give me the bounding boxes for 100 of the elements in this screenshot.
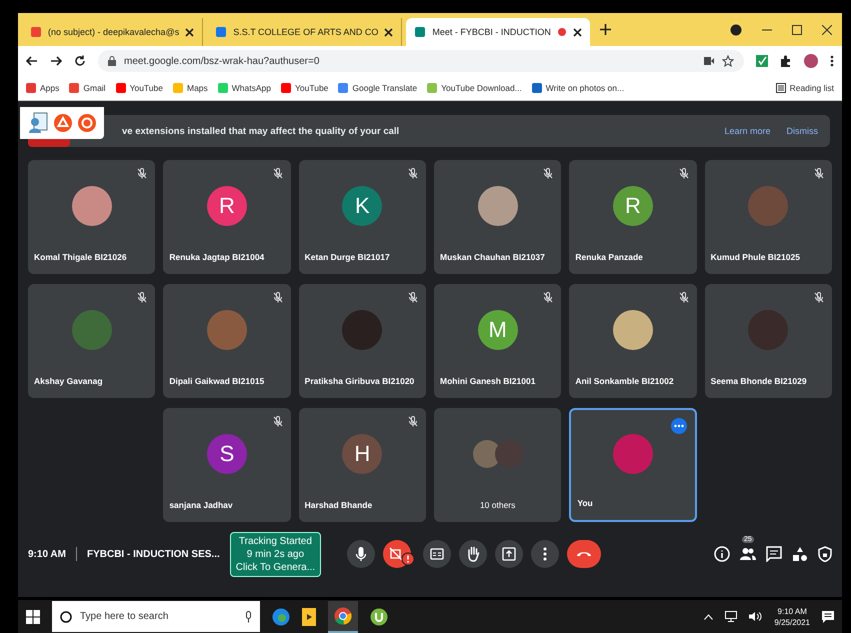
list-icon xyxy=(776,83,786,93)
avatar-letter: H xyxy=(342,434,382,474)
bookmark[interactable]: YouTube xyxy=(281,83,328,93)
avatar-letter: K xyxy=(342,186,382,226)
close-icon[interactable] xyxy=(572,28,582,36)
chrome-icon xyxy=(334,606,352,624)
more-options-icon[interactable] xyxy=(670,418,687,434)
site-icon xyxy=(215,26,228,38)
lock-icon xyxy=(108,56,116,66)
bookmark-icon xyxy=(218,83,228,93)
person-document-icon[interactable] xyxy=(28,112,48,134)
bookmark-icon xyxy=(427,83,438,93)
banner-message: ve extensions installed that may affect the quality of your call xyxy=(122,126,400,136)
speaker-icon[interactable] xyxy=(749,611,762,622)
more-options-button[interactable] xyxy=(531,540,560,568)
avatar-group-drawing xyxy=(472,439,523,469)
avatar-icon[interactable] xyxy=(804,54,818,68)
participant-name: Pratiksha Giribuva BI21020 xyxy=(304,376,416,388)
notification-icon[interactable] xyxy=(822,610,834,622)
participant-name: Kumud Phule BI21025 xyxy=(710,252,801,264)
avatar-letter: R xyxy=(612,186,653,226)
bookmark[interactable]: Maps xyxy=(172,83,208,93)
star-icon[interactable] xyxy=(722,55,734,67)
participant-name: Renuka Panzade xyxy=(574,252,644,264)
reading-list-button[interactable]: Reading list xyxy=(776,83,834,93)
back-icon[interactable] xyxy=(26,55,38,67)
camera-off-button[interactable] xyxy=(383,540,416,568)
meeting-time: 9:10 AM xyxy=(28,548,66,560)
taskbar-search-field[interactable]: Type here to search xyxy=(52,601,260,632)
leave-call-button[interactable] xyxy=(567,540,602,568)
meeting-title: FYBCBI - INDUCTION SES... xyxy=(86,548,220,560)
tracking-button[interactable]: Tracking Started 9 min 2s ago Click To Genera... xyxy=(230,532,322,576)
microphone-icon[interactable] xyxy=(245,610,252,622)
banner-link[interactable]: Dismiss xyxy=(784,124,820,138)
banner-link[interactable]: Learn more xyxy=(722,124,772,138)
address-bar[interactable]: meet.google.com/bsz-wrak-hau?authuser=0 xyxy=(98,50,744,72)
captions-button[interactable] xyxy=(423,540,452,568)
bookmark-icon xyxy=(116,83,126,93)
bookmark-icon xyxy=(281,83,291,93)
bookmark-icon xyxy=(69,83,80,93)
chat-icon[interactable] xyxy=(766,546,782,562)
microphone-button[interactable] xyxy=(347,540,376,568)
menu-icon[interactable] xyxy=(830,55,834,67)
avatar-letter: S xyxy=(206,434,247,474)
bookmark-icon xyxy=(172,83,183,93)
bookmark-icon xyxy=(532,83,542,93)
participant-name: Muskan Chauhan BI21037 xyxy=(439,252,546,264)
avatar-letter: R xyxy=(206,186,247,226)
maximize-icon[interactable] xyxy=(792,24,802,34)
bookmark-icon xyxy=(26,83,36,93)
network-icon[interactable] xyxy=(725,611,738,622)
browser-tab[interactable]: Meet - FYBCBI - INDUCTION xyxy=(406,18,590,46)
reload-icon[interactable] xyxy=(74,55,86,67)
chrome-taskbar-button[interactable] xyxy=(328,600,358,632)
present-button[interactable] xyxy=(495,540,524,568)
close-icon[interactable] xyxy=(384,28,394,36)
bookmark[interactable]: YouTube Download... xyxy=(427,83,522,93)
close-icon[interactable] xyxy=(185,28,194,36)
bookmark[interactable]: Write on photos on... xyxy=(532,83,624,93)
info-icon[interactable] xyxy=(714,546,730,562)
participant-name: You xyxy=(576,498,594,510)
record-icon[interactable] xyxy=(78,114,96,132)
bookmark-icon xyxy=(338,83,348,93)
shapes-icon[interactable] xyxy=(792,546,808,562)
search-icon xyxy=(60,610,72,622)
raise-hand-button[interactable] xyxy=(459,540,488,568)
participant-name: Mohini Ganesh BI21001 xyxy=(439,376,536,388)
participant-name: Komal Thigale BI21026 xyxy=(33,252,128,264)
bookmark[interactable]: Google Translate xyxy=(338,83,418,93)
bookmark[interactable]: WhatsApp xyxy=(218,83,271,93)
avatar-letter: M xyxy=(478,310,518,350)
participant-name: 10 others xyxy=(478,500,516,512)
puzzle-icon[interactable] xyxy=(780,55,792,67)
profile-icon[interactable] xyxy=(730,24,742,36)
search-input[interactable]: Type here to search xyxy=(78,610,239,623)
participant-name: Ketan Durge BI21017 xyxy=(304,252,391,264)
participant-name: Harshad Bhande xyxy=(304,500,374,512)
forward-icon[interactable] xyxy=(50,55,62,67)
bookmark[interactable]: Apps xyxy=(26,83,60,93)
chevron-up-icon[interactable] xyxy=(704,614,714,620)
participant-name: Renuka Jagtap BI21004 xyxy=(168,252,266,264)
taskbar-time: 9:10 AM xyxy=(778,606,807,616)
extension-icon[interactable] xyxy=(756,55,768,67)
play-folder-icon[interactable] xyxy=(302,608,316,626)
close-icon[interactable] xyxy=(822,24,832,34)
participant-name: Seema Bhonde BI21029 xyxy=(710,376,808,388)
bookmark[interactable]: Gmail xyxy=(69,83,106,93)
shield-lock-icon[interactable] xyxy=(818,546,832,562)
site-icon xyxy=(30,26,42,38)
participant-name: Akshay Gavanag xyxy=(33,376,104,388)
windows-start-icon[interactable] xyxy=(26,610,40,624)
new-tab-icon[interactable] xyxy=(600,24,611,35)
bookmark[interactable]: YouTube xyxy=(116,83,163,93)
people-icon[interactable] xyxy=(740,547,756,561)
taskbar-date: 9/25/2021 xyxy=(774,618,810,626)
camera-icon[interactable] xyxy=(704,57,714,65)
participant-name: Anil Sonkamble BI21002 xyxy=(574,376,675,388)
participant-name: sanjana Jadhav xyxy=(168,500,234,512)
participant-name: Dipali Gaikwad BI21015 xyxy=(168,376,266,388)
site-icon xyxy=(414,26,426,38)
